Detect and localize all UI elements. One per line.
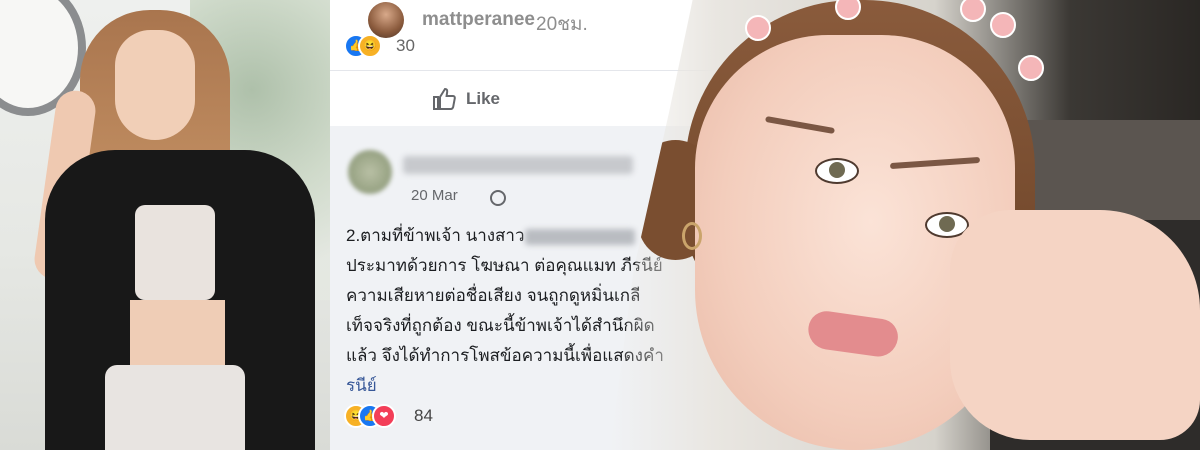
left-photo <box>0 0 345 450</box>
flower-icon <box>1018 55 1044 81</box>
username[interactable]: mattperanee <box>422 9 535 31</box>
like-button[interactable]: Like <box>466 89 500 109</box>
comment-reaction-count: 84 <box>414 406 433 425</box>
profile-avatar[interactable] <box>368 2 404 38</box>
comment-line-1: 2.ตามที่ข้าพเจ้า นางสาว <box>346 222 635 249</box>
comment-line-2: ประมาทด้วยการ โฆษณา ต่อคุณแมท ภีรนีย์ <box>346 256 663 275</box>
comment-line-5: แล้ว จึงได้ทำการโพสข้อความนี้เพื่อแสดงคำ <box>346 346 664 365</box>
white-skirt <box>105 365 245 450</box>
left-eye <box>815 158 859 184</box>
love-icon: ❤ <box>372 404 396 428</box>
globe-icon <box>490 190 506 206</box>
comment-line-4: เท็จจริงที่ถูกต้อง ขณะนี้ข้าพเจ้าได้สำนึ… <box>346 316 655 335</box>
commenter-name-blurred[interactable] <box>403 156 633 174</box>
comment-line-3: ความเสียหายต่อชื่อเสียง จนถูกดูหมิ่นเกลี <box>346 286 641 305</box>
post-reaction-count: 30 <box>396 36 415 55</box>
white-crop-top <box>135 205 215 300</box>
flower-icon <box>990 12 1016 38</box>
hand <box>950 210 1200 440</box>
comment-date[interactable]: 20 Mar <box>411 187 458 204</box>
earring <box>682 222 702 250</box>
flower-icon <box>745 15 771 41</box>
woman-midriff <box>130 300 225 370</box>
comment-line-6: รนีย์ <box>346 376 377 395</box>
post-time[interactable]: 20ชม. <box>536 9 588 39</box>
thumbs-up-icon[interactable] <box>431 87 457 111</box>
redacted-name <box>524 228 635 245</box>
right-photo <box>610 0 1200 450</box>
commenter-avatar-blurred[interactable] <box>348 150 392 194</box>
woman-face <box>115 30 195 140</box>
flower-icon <box>960 0 986 22</box>
haha-icon: 😆 <box>358 34 382 58</box>
post-header: mattperanee 20ชม. <box>340 0 740 40</box>
